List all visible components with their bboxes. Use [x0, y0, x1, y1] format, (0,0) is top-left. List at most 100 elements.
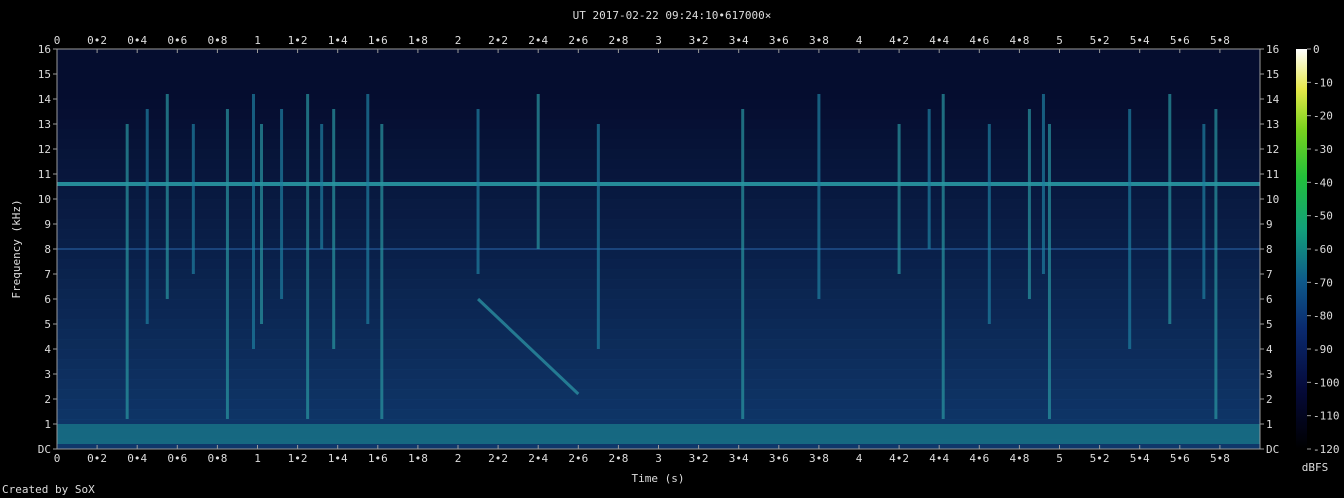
x-tick-label-bottom: 4	[856, 452, 863, 465]
transient	[306, 94, 310, 419]
x-tick-label-bottom: 2	[455, 452, 462, 465]
x-tick-label-top: 5•2	[1090, 34, 1110, 47]
y-tick-label-left: 2	[44, 393, 51, 406]
y-tick-label-left: 6	[44, 293, 51, 306]
transient	[191, 124, 195, 274]
transient	[1047, 124, 1051, 419]
x-tick-label-bottom: 3•8	[809, 452, 829, 465]
y-tick-label-right: 15	[1266, 68, 1279, 81]
y-tick-label-right: 16	[1266, 43, 1279, 56]
x-tick-label-top: 5•8	[1210, 34, 1230, 47]
x-tick-label-top: 4•2	[889, 34, 909, 47]
x-tick-label-top: 2•2	[488, 34, 508, 47]
x-tick-label-top: 0•6	[167, 34, 187, 47]
colorbar-tick-label: -10	[1313, 76, 1333, 89]
x-tick-label-top: 0•4	[127, 34, 147, 47]
colorbar-tick-label: -90	[1313, 343, 1333, 356]
y-tick-label-right: 8	[1266, 243, 1273, 256]
noise-band	[57, 359, 1260, 370]
x-tick-label-top: 1	[254, 34, 261, 47]
y-tick-label-right: 4	[1266, 343, 1273, 356]
y-tick-label-left: 10	[38, 193, 51, 206]
x-tick-label-top: 1•6	[368, 34, 388, 47]
x-tick-label-bottom: 2•8	[608, 452, 628, 465]
noise-band	[57, 309, 1260, 320]
y-tick-label-right: 2	[1266, 393, 1273, 406]
y-tick-label-left: 16	[38, 43, 51, 56]
x-tick-label-bottom: 2•2	[488, 452, 508, 465]
noise-band	[57, 389, 1260, 400]
transient	[165, 94, 169, 299]
colorbar	[1296, 49, 1307, 449]
transient	[320, 124, 324, 249]
x-tick-label-top: 0•8	[207, 34, 227, 47]
y-tick-label-right: 12	[1266, 143, 1279, 156]
spectrogram-chart: UT 2017-02-22 09:24:10•617000× 0 0•2 0•4 0•…	[0, 0, 1344, 498]
x-tick-label-top: 3•6	[769, 34, 789, 47]
noise-band	[57, 369, 1260, 380]
y-tick-label-left: 5	[44, 318, 51, 331]
noise-band	[57, 379, 1260, 390]
x-tick-label-bottom: 0•8	[207, 452, 227, 465]
noise-band	[57, 109, 1260, 120]
y-tick-label-left: 14	[38, 93, 52, 106]
x-tick-label-bottom: 2•6	[568, 452, 588, 465]
x-tick-label-bottom: 5•6	[1170, 452, 1190, 465]
transient	[1202, 124, 1206, 299]
x-tick-label-bottom: 0	[54, 452, 61, 465]
y-tick-label-right: 13	[1266, 118, 1279, 131]
colorbar-tick-label: -60	[1313, 243, 1333, 256]
x-tick-label-bottom: 5•4	[1130, 452, 1150, 465]
noise-band	[57, 399, 1260, 410]
x-tick-label-bottom: 5•2	[1090, 452, 1110, 465]
x-tick-label-bottom: 4•2	[889, 452, 909, 465]
x-tick-label-bottom: 3	[655, 452, 662, 465]
noise-band	[57, 249, 1260, 260]
y-tick-label-left: 9	[44, 218, 51, 231]
transient	[1128, 109, 1132, 349]
noise-band	[57, 199, 1260, 210]
x-tick-label-top: 2•6	[568, 34, 588, 47]
y-tick-label-left: 13	[38, 118, 51, 131]
noise-band	[57, 209, 1260, 220]
x-tick-label-bottom: 4•8	[1009, 452, 1029, 465]
colorbar-tick-label: -40	[1313, 176, 1333, 189]
x-tick-label-top: 3•4	[729, 34, 749, 47]
colorbar-tick-label: -100	[1313, 376, 1340, 389]
x-tick-label-top: 4	[856, 34, 863, 47]
y-tick-label-right: 10	[1266, 193, 1279, 206]
noise-band	[57, 59, 1260, 70]
transient	[927, 109, 931, 249]
noise-band	[57, 119, 1260, 130]
y-tick-label-right: 1	[1266, 418, 1273, 431]
x-tick-label-top: 2•4	[528, 34, 548, 47]
transient	[380, 124, 384, 419]
x-tick-label-top: 5	[1056, 34, 1063, 47]
noise-band	[57, 339, 1260, 350]
y-tick-label-left: 12	[38, 143, 51, 156]
noise-band	[57, 169, 1260, 180]
noise-band	[57, 159, 1260, 170]
noise-band	[57, 189, 1260, 200]
x-tick-label-bottom: 0•6	[167, 452, 187, 465]
x-tick-label-top: 0•2	[87, 34, 107, 47]
noise-band	[57, 89, 1260, 100]
x-tick-label-top: 4•6	[969, 34, 989, 47]
noise-band	[57, 79, 1260, 90]
y-tick-label-right: 5	[1266, 318, 1273, 331]
noise-band	[57, 349, 1260, 360]
colorbar-tick-label: -30	[1313, 143, 1333, 156]
colorbar-tick-label: -20	[1313, 110, 1333, 123]
noise-band	[57, 329, 1260, 340]
transient	[536, 94, 540, 249]
y-tick-label-left: 8	[44, 243, 51, 256]
x-tick-label-top: 5•6	[1170, 34, 1190, 47]
y-tick-label-left: 7	[44, 268, 51, 281]
y-tick-label-right: 14	[1266, 93, 1280, 106]
noise-band	[57, 269, 1260, 280]
x-tick-label-bottom: 1•2	[288, 452, 308, 465]
x-tick-label-top: 3•2	[689, 34, 709, 47]
noise-band	[57, 219, 1260, 230]
low-frequency-band	[57, 424, 1260, 444]
x-tick-label-top: 1•8	[408, 34, 428, 47]
